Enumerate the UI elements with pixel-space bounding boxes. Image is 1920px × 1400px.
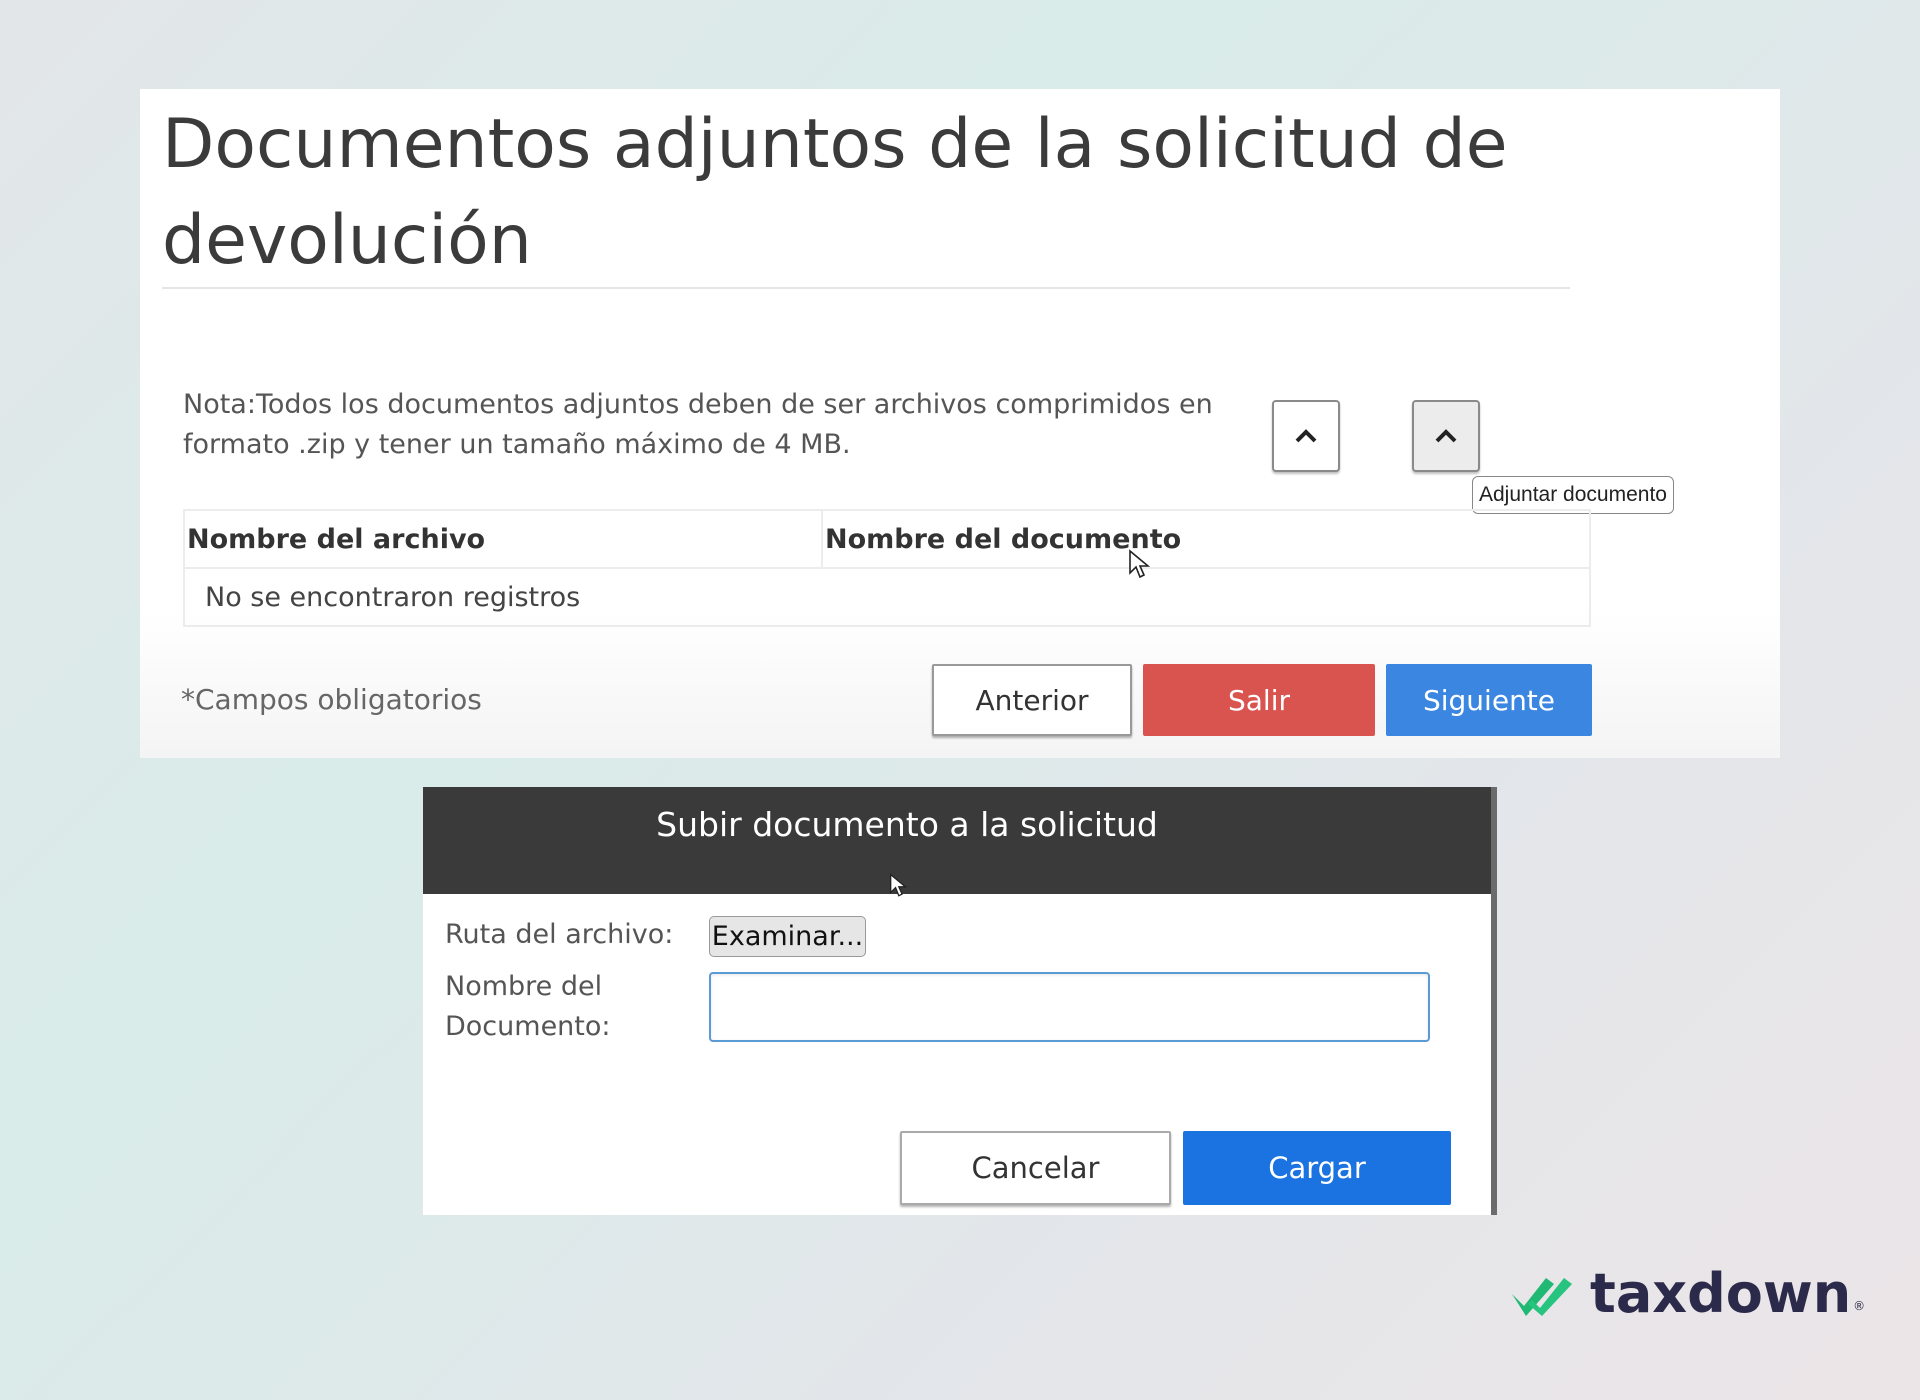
mouse-cursor-icon [890,873,907,897]
browse-button[interactable]: Examinar... [709,916,866,957]
chevron-up-icon [1435,429,1457,443]
required-fields-note: *Campos obligatorios [181,683,482,716]
document-name-input[interactable] [709,972,1430,1042]
dialog-title: Subir documento a la solicitud [656,805,1158,844]
mouse-cursor-icon [1129,549,1150,579]
attach-document-button[interactable] [1412,400,1480,472]
chevron-up-icon [1295,429,1317,443]
previous-button[interactable]: Anterior [932,664,1132,736]
table-row: No se encontraron registros [183,567,1591,627]
documents-table: Nombre del archivo Nombre del documento … [183,509,1591,627]
empty-table-message: No se encontraron registros [183,567,1591,627]
document-name-label: Nombre del Documento: [445,971,611,1042]
upload-button[interactable]: Cargar [1183,1131,1451,1205]
brand-registered-mark: ® [1853,1299,1866,1313]
attachments-panel: Documentos adjuntos de la solicitud de d… [140,89,1780,758]
brand-logo: taxdown ® [1510,1262,1865,1325]
title-divider [162,287,1570,289]
collapse-button[interactable] [1272,400,1340,472]
upload-document-dialog: Subir documento a la solicitud Ruta del … [423,787,1497,1215]
cancel-button[interactable]: Cancelar [900,1131,1171,1205]
brand-name: taxdown [1590,1262,1852,1325]
table-header-row: Nombre del archivo Nombre del documento [183,509,1591,569]
file-path-label: Ruta del archivo: [445,919,674,950]
column-header-document-name[interactable]: Nombre del documento [821,509,1591,569]
next-button[interactable]: Siguiente [1386,664,1592,736]
exit-button[interactable]: Salir [1143,664,1375,736]
taxdown-check-logo-icon [1512,1277,1572,1316]
page-title: Documentos adjuntos de la solicitud de d… [162,105,1508,280]
column-header-file-name[interactable]: Nombre del archivo [183,509,823,569]
dialog-header: Subir documento a la solicitud [423,787,1491,897]
upload-note: Nota:Todos los documentos adjuntos deben… [183,389,1213,460]
